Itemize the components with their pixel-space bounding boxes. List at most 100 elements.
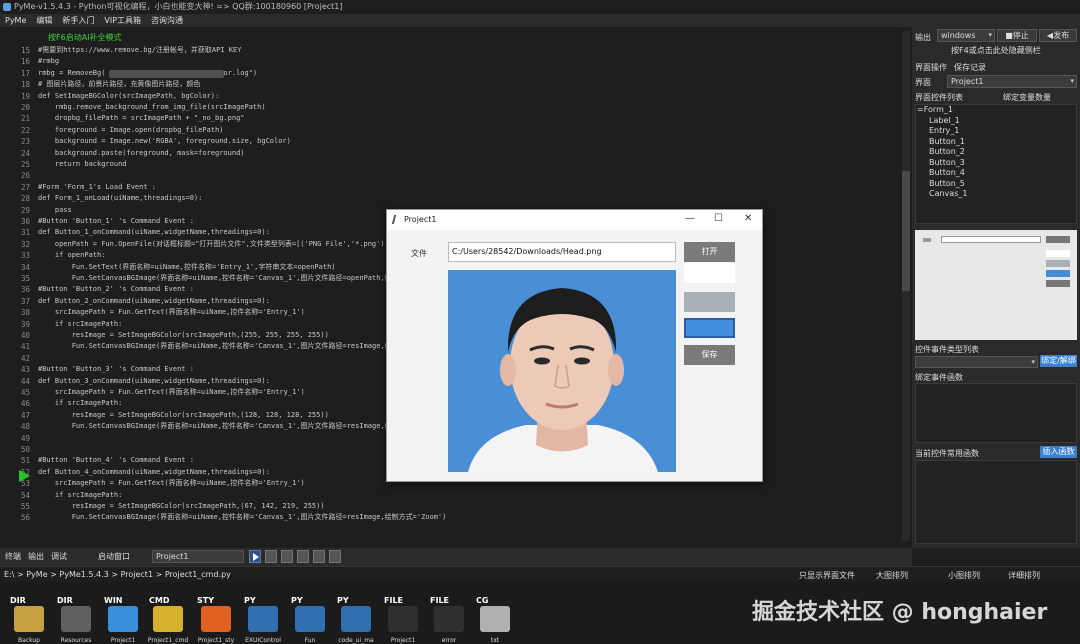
code-line[interactable]: Fun.SetText(界面名称=uiName,控件名称='Entry_1',字… bbox=[38, 262, 336, 273]
code-line[interactable]: background = Image.new('RGBA', foregroun… bbox=[38, 136, 291, 147]
file-item[interactable]: PY Fun bbox=[287, 592, 333, 644]
run-icon[interactable] bbox=[249, 550, 261, 563]
code-line[interactable]: dropbg_filePath = srcImagePath + "_no_bg… bbox=[38, 113, 245, 124]
stop-icon[interactable] bbox=[329, 550, 341, 563]
white-bg-button[interactable] bbox=[684, 263, 735, 283]
file-path-entry[interactable]: C:/Users/28542/Downloads/Head.png bbox=[448, 242, 676, 262]
code-line[interactable]: #Button 'Button_3' 's Command Event : bbox=[38, 364, 194, 375]
menu-item-2[interactable]: 新手入门 bbox=[57, 14, 99, 27]
tree-item[interactable]: Button_1 bbox=[916, 137, 1076, 148]
code-line[interactable]: openPath = Fun.OpenFile(对话框标题="打开图片文件",文… bbox=[38, 239, 389, 250]
code-line[interactable]: foreground = Image.open(dropbg_filePath) bbox=[38, 125, 224, 136]
code-line[interactable]: return background bbox=[38, 159, 127, 170]
code-line[interactable]: background.paste(foreground, mask=foregr… bbox=[38, 148, 245, 159]
insert-func-button[interactable]: 插入函数 bbox=[1040, 446, 1077, 458]
tab-output[interactable]: 输出 bbox=[28, 551, 44, 562]
platform-select[interactable]: windows bbox=[937, 29, 995, 42]
file-item[interactable]: DIR Resources bbox=[53, 592, 99, 644]
file-item[interactable]: STY Project1_sty bbox=[193, 592, 239, 644]
file-item[interactable]: PY code_ui_ma bbox=[333, 592, 379, 644]
code-line[interactable]: def SetImageBGColor(srcImagePath, bgColo… bbox=[38, 91, 219, 102]
code-line[interactable]: if srcImagePath: bbox=[38, 490, 122, 501]
file-item[interactable]: FILE Project1 bbox=[380, 592, 426, 644]
gray-bg-button[interactable] bbox=[684, 292, 735, 312]
tab-ui-ops[interactable]: 界面操作 bbox=[915, 62, 947, 73]
form-preview[interactable] bbox=[915, 230, 1077, 340]
menu-item-4[interactable]: 咨询沟通 bbox=[146, 14, 188, 27]
editor-scrollbar[interactable] bbox=[902, 31, 910, 541]
code-line[interactable]: def Button_4_onCommand(uiName,widgetName… bbox=[38, 467, 270, 478]
tree-item[interactable]: Button_3 bbox=[916, 158, 1076, 169]
file-item[interactable]: WIN Project1 bbox=[100, 592, 146, 644]
code-line[interactable]: resImage = SetImageBGColor(srcImagePath,… bbox=[38, 410, 329, 421]
code-line[interactable]: if srcImagePath: bbox=[38, 398, 122, 409]
tab-terminal[interactable]: 终端 bbox=[5, 551, 21, 562]
align-left-icon[interactable] bbox=[265, 550, 277, 563]
code-line[interactable]: #Form 'Form_1's Load Event : bbox=[38, 182, 156, 193]
close-icon[interactable]: ✕ bbox=[744, 213, 752, 224]
code-line[interactable]: Fun.SetCanvasBGImage(界面名称=uiName,控件名称='C… bbox=[38, 273, 392, 284]
tab-debug[interactable]: 调试 bbox=[51, 551, 67, 562]
publish-button[interactable]: ◀发布 bbox=[1039, 29, 1077, 42]
maximize-icon[interactable]: ☐ bbox=[714, 213, 723, 224]
file-item[interactable]: PY EXUIControl bbox=[240, 592, 286, 644]
view-large[interactable]: 大图排列 bbox=[876, 570, 908, 581]
hide-sidebar-hint[interactable]: 按F4或点击此处隐藏侧栏 bbox=[951, 45, 1041, 56]
code-line[interactable]: srcImagePath = Fun.GetText(界面名称=uiName,控… bbox=[38, 478, 305, 489]
bind-unbind-button[interactable]: 绑定/解绑 bbox=[1040, 355, 1077, 367]
ui-select[interactable]: Project1 bbox=[947, 75, 1077, 88]
tree-item[interactable]: Button_2 bbox=[916, 147, 1076, 158]
minimize-icon[interactable]: — bbox=[685, 213, 695, 224]
open-button[interactable]: 打开 bbox=[684, 242, 735, 262]
code-line[interactable]: srcImagePath = Fun.GetText(界面名称=uiName,控… bbox=[38, 307, 305, 318]
code-line[interactable]: if srcImagePath: bbox=[38, 319, 122, 330]
code-line[interactable]: #需要到https://www.remove.bg/注册帐号，并获取API KE… bbox=[38, 45, 241, 56]
tree-item[interactable]: Button_4 bbox=[916, 168, 1076, 179]
code-line[interactable]: def Form_1_onLoad(uiName,threadings=0): bbox=[38, 193, 202, 204]
scroll-thumb[interactable] bbox=[902, 171, 910, 291]
code-line[interactable]: #Button 'Button_4' 's Command Event : bbox=[38, 455, 194, 466]
code-line[interactable]: Fun.SetCanvasBGImage(界面名称=uiName,控件名称='C… bbox=[38, 341, 392, 352]
code-line[interactable]: # 图层片路径，前景片路径，充黄像图片路径，颜色 bbox=[38, 79, 200, 90]
menu-item-3[interactable]: VIP工具箱 bbox=[99, 14, 146, 27]
align-right-icon[interactable] bbox=[297, 550, 309, 563]
distribute-icon[interactable] bbox=[313, 550, 325, 563]
code-line[interactable]: def Button_2_onCommand(uiName,widgetName… bbox=[38, 296, 270, 307]
file-item[interactable]: DIR Backup bbox=[6, 592, 52, 644]
tree-item[interactable]: Button_5 bbox=[916, 179, 1076, 190]
tree-item[interactable]: Label_1 bbox=[916, 116, 1076, 127]
menu-item-0[interactable]: PyMe bbox=[0, 14, 31, 27]
code-line[interactable]: Fun.SetCanvasBGImage(界面名称=uiName,控件名称='C… bbox=[38, 512, 447, 523]
event-type-select[interactable] bbox=[915, 356, 1038, 368]
tree-item[interactable]: Entry_1 bbox=[916, 126, 1076, 137]
tree-item[interactable]: =Form_1 bbox=[916, 105, 1076, 116]
breakpoint-arrow-icon[interactable] bbox=[19, 470, 30, 482]
controls-tree[interactable]: =Form_1 Label_1 Entry_1 Button_1 Button_2 But… bbox=[915, 104, 1077, 224]
code-line[interactable]: #rmbg bbox=[38, 56, 59, 67]
view-detail[interactable]: 详细排列 bbox=[1008, 570, 1040, 581]
blue-bg-button[interactable] bbox=[684, 318, 735, 338]
file-item[interactable]: CG txt bbox=[472, 592, 518, 644]
align-center-icon[interactable] bbox=[281, 550, 293, 563]
code-line[interactable]: def Button_1_onCommand(uiName,widgetName… bbox=[38, 227, 270, 238]
menu-item-1[interactable]: 编辑 bbox=[31, 14, 57, 27]
tab-save-history[interactable]: 保存记录 bbox=[954, 62, 986, 73]
dialog-title-bar[interactable]: Project1 — ☐ ✕ bbox=[387, 210, 762, 230]
code-line[interactable]: #Button 'Button_2' 's Command Event : bbox=[38, 284, 194, 295]
code-line[interactable]: #Button 'Button_1' 's Command Event : bbox=[38, 216, 194, 227]
launch-window-select[interactable]: Project1 bbox=[152, 550, 244, 563]
breadcrumb[interactable]: E:\ > PyMe > PyMe1.5.4.3 > Project1 > Pr… bbox=[4, 570, 231, 579]
code-line[interactable]: pass bbox=[38, 205, 72, 216]
code-line[interactable]: rmbg.remove_background_from_img_file(src… bbox=[38, 102, 266, 113]
view-small[interactable]: 小图排列 bbox=[948, 570, 980, 581]
view-only-ui[interactable]: 只显示界面文件 bbox=[799, 570, 855, 581]
code-line[interactable]: srcImagePath = Fun.GetText(界面名称=uiName,控… bbox=[38, 387, 305, 398]
tree-item[interactable]: Canvas_1 bbox=[916, 189, 1076, 200]
bound-func-list[interactable] bbox=[915, 383, 1077, 443]
code-line[interactable]: def Button_3_onCommand(uiName,widgetName… bbox=[38, 376, 270, 387]
code-line[interactable]: resImage = SetImageBGColor(srcImagePath,… bbox=[38, 330, 329, 341]
save-button[interactable]: 保存 bbox=[684, 345, 735, 365]
common-func-list[interactable] bbox=[915, 460, 1077, 544]
code-line[interactable]: Fun.SetCanvasBGImage(界面名称=uiName,控件名称='C… bbox=[38, 421, 392, 432]
file-item[interactable]: FILE error bbox=[426, 592, 472, 644]
